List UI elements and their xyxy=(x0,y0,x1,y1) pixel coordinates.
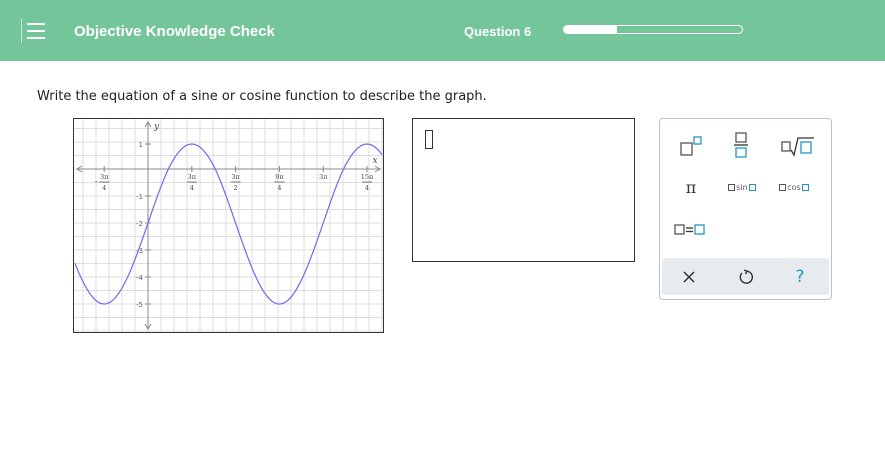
close-icon xyxy=(683,271,695,283)
x-tick-numerator: 3π xyxy=(319,173,328,181)
x-tick-numerator: 15π xyxy=(361,173,374,181)
sin-label: sin xyxy=(736,182,748,192)
help-icon: ? xyxy=(795,267,805,287)
x-tick-denominator: 4 xyxy=(277,184,281,192)
pi-symbol: π xyxy=(685,177,697,197)
cos-box-icon xyxy=(801,183,809,191)
text-cursor xyxy=(425,130,433,149)
equals-icon xyxy=(674,224,705,235)
x-tick-sign: - xyxy=(95,177,98,186)
progress-fill xyxy=(564,26,618,33)
question-number: Question 6 xyxy=(464,24,532,39)
x-tick-denominator: 4 xyxy=(102,184,106,192)
header-bar: Objective Knowledge Check Question 6 xyxy=(0,0,885,61)
y-tick-label: -2 xyxy=(136,220,143,228)
y-tick-label: -5 xyxy=(136,301,143,309)
x-tick-denominator: 2 xyxy=(234,184,238,192)
undo-button[interactable] xyxy=(733,264,759,290)
superscript-button[interactable] xyxy=(674,133,710,159)
sin-button[interactable]: sin xyxy=(722,176,762,198)
page-title: Objective Knowledge Check xyxy=(74,23,275,40)
progress-bar xyxy=(563,25,743,34)
graph-frame xyxy=(73,118,384,333)
x-tick-numerator: 3π xyxy=(188,173,197,181)
math-palette: π sin cos ? xyxy=(659,118,832,300)
fraction-button[interactable] xyxy=(726,130,756,160)
y-tick-label: 1 xyxy=(139,141,143,149)
x-tick-numerator: 3π xyxy=(100,173,109,181)
cos-button[interactable]: cos xyxy=(773,176,815,198)
x-axis-label: x xyxy=(372,156,377,166)
y-tick-label: -4 xyxy=(136,274,144,282)
function-graph: xy1-1-2-3-4-53π4- 3π43π29π43π 15π4 xyxy=(73,118,384,333)
sin-box-icon xyxy=(748,183,756,191)
y-tick-label: -1 xyxy=(136,193,143,201)
answer-input[interactable] xyxy=(412,118,635,262)
question-prompt: Write the equation of a sine or cosine f… xyxy=(37,89,487,104)
square-root-button[interactable] xyxy=(778,133,818,159)
help-button[interactable]: ? xyxy=(787,264,813,290)
superscript-icon xyxy=(680,136,702,156)
y-axis-label: y xyxy=(153,122,160,132)
square-root-icon xyxy=(781,137,814,157)
undo-icon xyxy=(739,269,753,284)
x-tick-denominator: 4 xyxy=(365,184,369,192)
clear-button[interactable] xyxy=(676,264,702,290)
pi-button[interactable]: π xyxy=(676,174,706,200)
cos-arg-box-icon xyxy=(779,183,787,191)
menu-icon[interactable] xyxy=(21,19,45,43)
equals-button[interactable] xyxy=(671,218,709,242)
fraction-icon xyxy=(734,132,748,158)
x-tick-numerator: 9π xyxy=(275,173,284,181)
x-tick-numerator: 3π xyxy=(231,173,240,181)
palette-footer: ? xyxy=(662,258,829,295)
cos-label: cos xyxy=(787,182,801,192)
sin-arg-box-icon xyxy=(728,183,736,191)
x-tick-denominator: 4 xyxy=(190,184,194,192)
